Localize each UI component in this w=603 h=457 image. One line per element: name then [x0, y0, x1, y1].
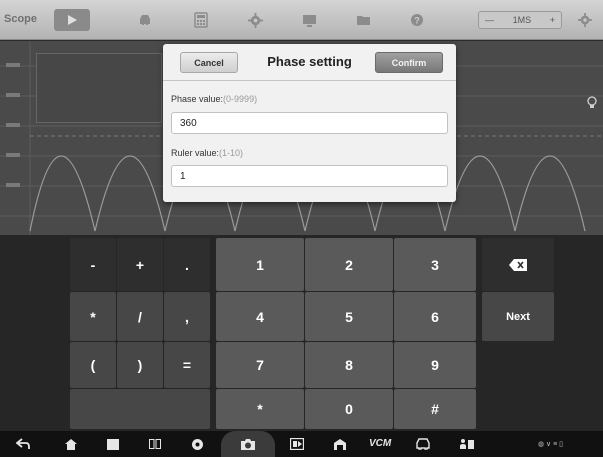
- screen-record-icon: [290, 438, 304, 450]
- timebase-value: 1MS: [512, 15, 532, 25]
- calculator-button[interactable]: [188, 9, 214, 31]
- camera-icon: [241, 438, 255, 450]
- timebase-control[interactable]: — 1MS +: [478, 11, 562, 29]
- home-button[interactable]: [62, 435, 80, 453]
- ruler-value-input[interactable]: [171, 165, 448, 187]
- key-6[interactable]: 6: [394, 292, 476, 341]
- back-button[interactable]: [14, 435, 32, 453]
- ruler-range: (1-10): [219, 148, 244, 158]
- phase-setting-dialog: Cancel Phase setting Confirm Phase value…: [163, 44, 456, 202]
- svg-text:?: ?: [414, 16, 420, 26]
- key-space[interactable]: [70, 389, 210, 429]
- key-equals[interactable]: =: [164, 342, 210, 388]
- dialog-divider: [163, 80, 456, 81]
- gear-button[interactable]: [242, 9, 268, 31]
- key-9[interactable]: 9: [394, 342, 476, 388]
- folder-icon: [356, 16, 370, 25]
- screenshot-button[interactable]: [239, 435, 257, 453]
- key-comma[interactable]: ,: [164, 292, 210, 341]
- app-title: Scope: [4, 13, 38, 25]
- phase-label-text: Phase value:: [171, 94, 224, 104]
- key-period[interactable]: .: [164, 238, 210, 291]
- screen-record-button[interactable]: [288, 435, 306, 453]
- globe-icon: [191, 438, 203, 450]
- lightbulb-icon[interactable]: [586, 96, 598, 110]
- gear-icon: [247, 12, 263, 28]
- numeric-keyboard: - + . * / , ( ) = 1 2 3 4 5 6 7 8 9 * 0 …: [0, 235, 603, 431]
- key-plus[interactable]: +: [117, 238, 163, 291]
- key-open-paren[interactable]: (: [70, 342, 116, 388]
- recent-apps-button[interactable]: [104, 435, 122, 453]
- calculator-icon: [194, 12, 208, 28]
- remote-support-button[interactable]: [458, 435, 476, 453]
- backspace-key[interactable]: [482, 238, 554, 291]
- key-5[interactable]: 5: [305, 292, 393, 341]
- key-close-paren[interactable]: ): [117, 342, 163, 388]
- settings-icon: [578, 13, 592, 27]
- car-icon: [140, 15, 150, 25]
- key-1[interactable]: 1: [216, 238, 304, 291]
- key-7[interactable]: 7: [216, 342, 304, 388]
- backspace-icon: [509, 258, 527, 271]
- phase-value-input[interactable]: [171, 112, 448, 134]
- cancel-button[interactable]: Cancel: [180, 52, 238, 73]
- scope-toolbar: Scope ? — 1MS +: [0, 0, 603, 40]
- garage-icon: [334, 438, 346, 450]
- back-arrow-icon: [16, 438, 30, 449]
- settings-button[interactable]: [572, 9, 598, 31]
- help-icon: ?: [411, 14, 423, 26]
- system-navbar: VCM ◍ ∨ ≡ ▯: [0, 431, 603, 457]
- home-icon: [65, 438, 77, 450]
- key-hash[interactable]: #: [394, 389, 476, 429]
- ruler-value-label: Ruler value:(1-10): [171, 148, 243, 158]
- phase-range: (0-9999): [223, 94, 258, 104]
- remote-support-icon: [460, 439, 474, 449]
- key-minus[interactable]: -: [70, 238, 116, 291]
- browser-button[interactable]: [188, 435, 206, 453]
- car-icon: [416, 438, 430, 450]
- key-2[interactable]: 2: [305, 238, 393, 291]
- recent-apps-icon: [107, 438, 119, 450]
- key-0[interactable]: 0: [305, 389, 393, 429]
- display-button[interactable]: [296, 9, 322, 31]
- workshop-button[interactable]: [331, 435, 349, 453]
- play-icon: [68, 15, 77, 25]
- vehicle-button[interactable]: [414, 435, 432, 453]
- play-button[interactable]: [54, 9, 90, 31]
- split-screen-button[interactable]: [146, 435, 164, 453]
- ruler-label-text: Ruler value:: [171, 148, 220, 158]
- key-asterisk[interactable]: *: [70, 292, 116, 341]
- confirm-button[interactable]: Confirm: [375, 52, 443, 73]
- next-key[interactable]: Next: [482, 292, 554, 341]
- plus-icon[interactable]: +: [550, 15, 555, 25]
- status-bar-text: ◍ ∨ ≡ ▯: [538, 441, 564, 448]
- display-icon: [302, 14, 316, 27]
- folder-button[interactable]: [350, 9, 376, 31]
- help-button[interactable]: ?: [404, 9, 430, 31]
- channel-legend: [36, 53, 162, 123]
- key-slash[interactable]: /: [117, 292, 163, 341]
- minus-icon[interactable]: —: [485, 15, 494, 25]
- car-button[interactable]: [132, 9, 158, 31]
- dialog-title: Phase setting: [267, 54, 352, 69]
- key-8[interactable]: 8: [305, 342, 393, 388]
- key-4[interactable]: 4: [216, 292, 304, 341]
- key-star[interactable]: *: [216, 389, 304, 429]
- vcm-label[interactable]: VCM: [369, 438, 391, 449]
- phase-value-label: Phase value:(0-9999): [171, 94, 257, 104]
- split-screen-icon: [149, 439, 161, 449]
- key-3[interactable]: 3: [394, 238, 476, 291]
